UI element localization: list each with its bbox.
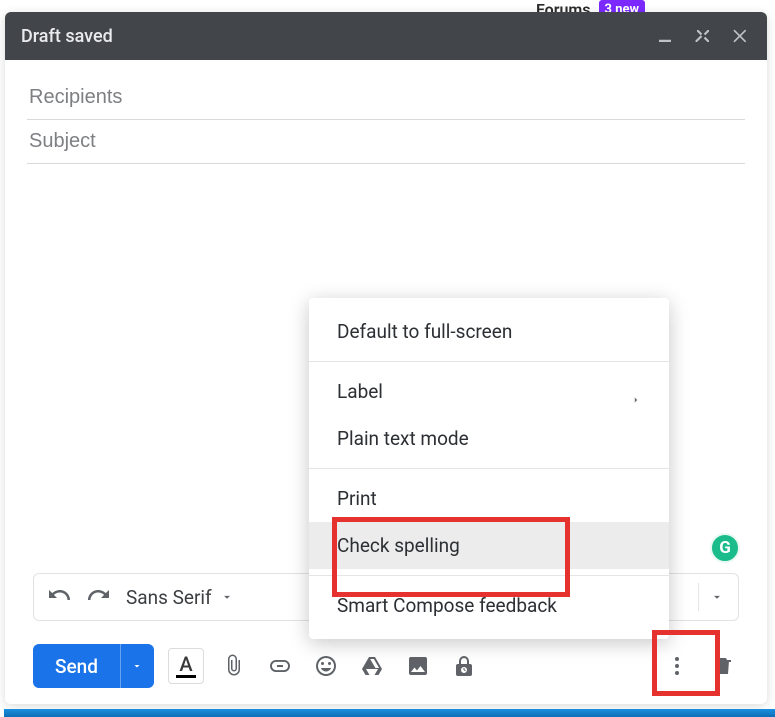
chevron-right-icon bbox=[631, 395, 641, 405]
menu-default-fullscreen[interactable]: Default to full-screen bbox=[309, 308, 669, 355]
minimize-icon bbox=[656, 27, 674, 45]
fullscreen-button[interactable] bbox=[693, 26, 713, 46]
send-button[interactable]: Send bbox=[33, 644, 154, 688]
menu-plain-text[interactable]: Plain text mode bbox=[309, 415, 669, 462]
link-icon bbox=[268, 654, 292, 678]
menu-divider bbox=[309, 468, 669, 469]
menu-print[interactable]: Print bbox=[309, 475, 669, 522]
compose-action-bar: Send A bbox=[33, 644, 739, 688]
formatting-more-button[interactable] bbox=[698, 583, 726, 611]
compose-window: Draft saved Sans Serif bbox=[5, 12, 767, 704]
chevron-down-icon bbox=[220, 590, 234, 604]
menu-plain-text-label: Plain text mode bbox=[337, 427, 469, 450]
undo-button[interactable] bbox=[46, 583, 74, 611]
paperclip-icon bbox=[222, 654, 246, 678]
compose-titlebar: Draft saved bbox=[5, 12, 767, 60]
menu-label[interactable]: Label bbox=[309, 368, 669, 415]
menu-smart-compose-feedback-label: Smart Compose feedback bbox=[337, 594, 557, 617]
menu-label-label: Label bbox=[337, 380, 383, 403]
bg-taskbar-strip bbox=[4, 709, 775, 717]
send-button-label: Send bbox=[33, 644, 120, 688]
chevron-down-icon bbox=[131, 660, 143, 672]
compose-title: Draft saved bbox=[21, 26, 113, 47]
recipients-field[interactable] bbox=[27, 76, 745, 120]
send-options-button[interactable] bbox=[120, 644, 154, 688]
font-family-select[interactable]: Sans Serif bbox=[126, 586, 234, 609]
subject-input[interactable] bbox=[27, 129, 745, 154]
menu-smart-compose-feedback[interactable]: Smart Compose feedback bbox=[309, 582, 669, 629]
grammarly-letter: G bbox=[719, 538, 731, 558]
confidential-mode-button[interactable] bbox=[448, 650, 480, 682]
formatting-toggle-button[interactable]: A bbox=[168, 648, 204, 684]
compose-fields bbox=[5, 60, 767, 164]
font-family-label: Sans Serif bbox=[126, 586, 212, 609]
insert-photo-button[interactable] bbox=[402, 650, 434, 682]
submenu-caret bbox=[631, 387, 641, 397]
text-format-icon: A bbox=[179, 655, 192, 673]
chevron-down-icon bbox=[710, 590, 724, 604]
expand-icon bbox=[694, 27, 712, 45]
emoji-icon bbox=[314, 654, 338, 678]
insert-drive-button[interactable] bbox=[356, 650, 388, 682]
menu-check-spelling-label: Check spelling bbox=[337, 534, 460, 557]
more-options-button[interactable] bbox=[661, 650, 693, 682]
attach-button[interactable] bbox=[218, 650, 250, 682]
discard-draft-button[interactable] bbox=[707, 650, 739, 682]
menu-default-fullscreen-label: Default to full-screen bbox=[337, 320, 512, 343]
insert-link-button[interactable] bbox=[264, 650, 296, 682]
grammarly-badge[interactable]: G bbox=[710, 533, 740, 563]
subject-field[interactable] bbox=[27, 120, 745, 164]
text-format-underline-icon bbox=[176, 675, 196, 678]
more-vert-icon bbox=[665, 654, 689, 678]
image-icon bbox=[406, 654, 430, 678]
drive-icon bbox=[360, 654, 384, 678]
close-icon bbox=[731, 26, 751, 46]
close-button[interactable] bbox=[731, 26, 751, 46]
undo-icon bbox=[48, 585, 72, 609]
menu-divider bbox=[309, 575, 669, 576]
menu-divider bbox=[309, 361, 669, 362]
redo-button[interactable] bbox=[84, 583, 112, 611]
window-buttons bbox=[655, 26, 751, 46]
insert-emoji-button[interactable] bbox=[310, 650, 342, 682]
menu-print-label: Print bbox=[337, 487, 377, 510]
minimize-button[interactable] bbox=[655, 26, 675, 46]
recipients-input[interactable] bbox=[27, 85, 745, 110]
redo-icon bbox=[86, 585, 110, 609]
trash-icon bbox=[711, 654, 735, 678]
lock-clock-icon bbox=[452, 654, 476, 678]
menu-check-spelling[interactable]: Check spelling bbox=[309, 522, 669, 569]
more-options-menu: Default to full-screen Label Plain text … bbox=[309, 298, 669, 639]
